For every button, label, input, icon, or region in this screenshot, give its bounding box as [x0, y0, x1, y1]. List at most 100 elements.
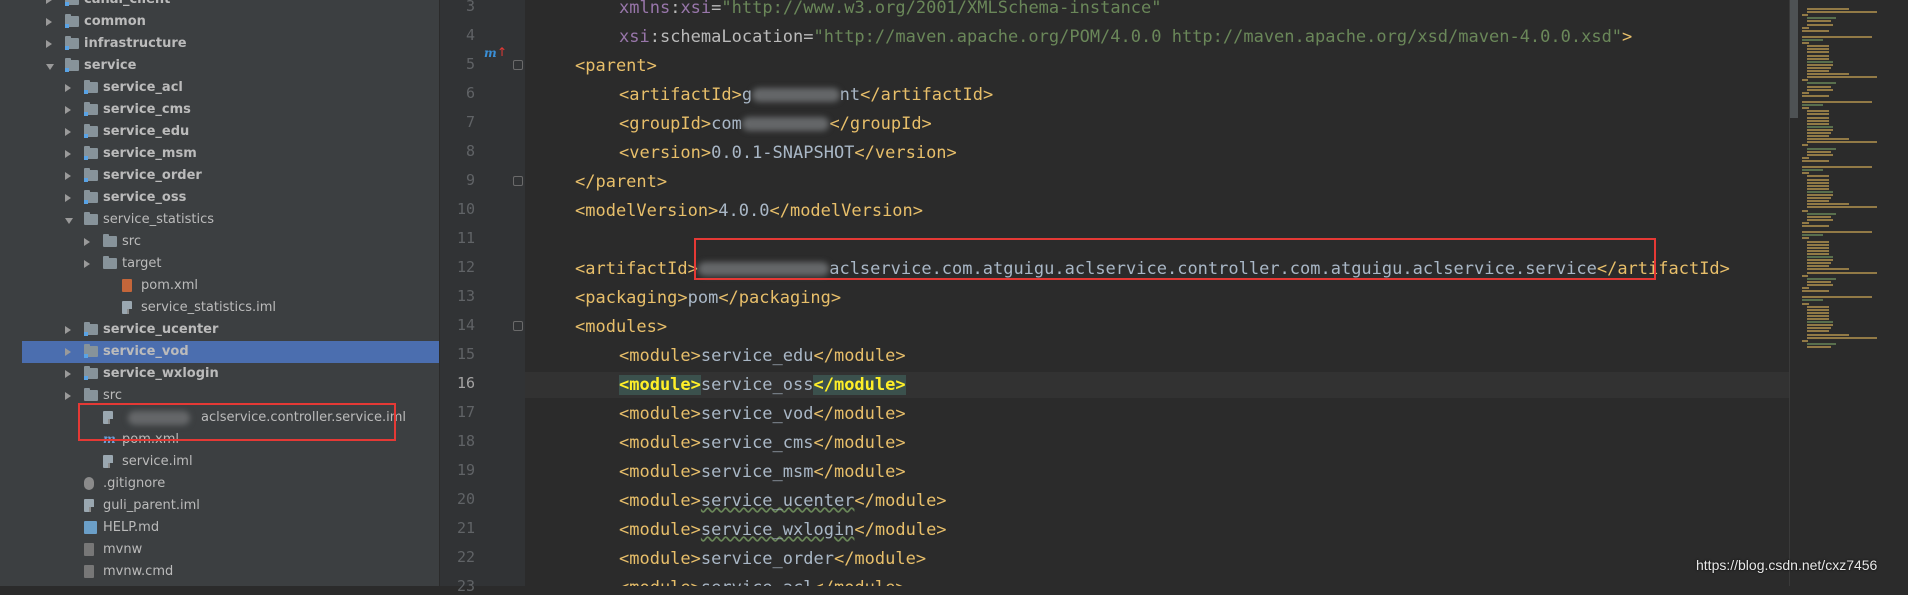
code-line[interactable]: <module>service_vod</module>	[525, 401, 1789, 427]
code-line[interactable]: <parent>	[525, 53, 1789, 79]
tree-item[interactable]: service_vod	[22, 341, 439, 363]
fold-marker-icon[interactable]	[513, 60, 523, 70]
code-line[interactable]: <module>service_wxlogin</module>	[525, 517, 1789, 543]
tree-item[interactable]: .gitignore	[22, 473, 439, 495]
code-line[interactable]: <module>service_ucenter</module>	[525, 488, 1789, 514]
tree-item[interactable]: service_cms	[22, 99, 439, 121]
tree-item[interactable]: common	[22, 11, 439, 33]
minimap-line	[1802, 104, 1823, 107]
chevron-right-icon[interactable]	[84, 238, 90, 246]
code-token: service_oss	[700, 375, 814, 395]
tree-item-label: service_order	[103, 168, 202, 183]
chevron-down-icon[interactable]	[65, 218, 73, 224]
code-token: xsi	[680, 0, 712, 18]
code-line[interactable]: xmlns:xsi="http://www.w3.org/2001/XMLSch…	[525, 0, 1789, 21]
module-folder-icon	[84, 80, 98, 94]
tree-item[interactable]: infrastructure	[22, 33, 439, 55]
fold-marker-icon[interactable]	[513, 321, 523, 331]
module-folder-icon	[65, 14, 79, 28]
code-line[interactable]: <modelVersion>4.0.0</modelVersion>	[525, 198, 1789, 224]
minimap-line	[1807, 125, 1833, 128]
tree-item[interactable]: mvnw	[22, 539, 439, 561]
minimap-line	[1807, 132, 1831, 134]
chevron-right-icon[interactable]	[65, 348, 71, 356]
minimap-line	[1807, 116, 1830, 119]
minimap-line	[1802, 159, 1830, 162]
tree-item[interactable]: src	[22, 231, 439, 253]
code-token: </module>	[813, 578, 905, 586]
tree-item[interactable]: service_acl	[22, 77, 439, 99]
chevron-right-icon[interactable]	[65, 128, 71, 136]
chevron-right-icon[interactable]	[65, 106, 71, 114]
tree-item[interactable]: service_statistics	[22, 209, 439, 231]
code-token: <module>	[619, 549, 701, 569]
minimap-line	[1807, 252, 1830, 255]
redacted-span	[741, 114, 830, 134]
code-line[interactable]: <module>service_cms</module>	[525, 430, 1789, 456]
chevron-right-icon[interactable]	[65, 84, 71, 92]
code-line[interactable]: </parent>	[525, 169, 1789, 195]
tree-item[interactable]: service_wxlogin	[22, 363, 439, 385]
chevron-right-icon[interactable]	[65, 172, 71, 180]
tree-item[interactable]: service_edu	[22, 121, 439, 143]
code-line[interactable]: <version>0.0.1-SNAPSHOT</version>	[525, 140, 1789, 166]
tree-item[interactable]: service_msm	[22, 143, 439, 165]
code-line[interactable]: <modules>	[525, 314, 1789, 340]
tree-item[interactable]: service_order	[22, 165, 439, 187]
vertical-scrollbar-thumb[interactable]	[1790, 0, 1798, 118]
chevron-right-icon[interactable]	[65, 392, 71, 400]
code-token: <artifactId>	[575, 259, 698, 279]
chevron-right-icon[interactable]	[46, 18, 52, 26]
tree-item[interactable]: HELP.md	[22, 517, 439, 539]
line-number: 18	[456, 432, 475, 450]
chevron-right-icon[interactable]	[46, 40, 52, 48]
maven-override-icon[interactable]: m	[484, 46, 497, 60]
minimap-line	[1802, 237, 1810, 240]
minimap-line	[1807, 330, 1830, 333]
chevron-right-icon[interactable]	[65, 370, 71, 378]
minimap-line	[1807, 73, 1850, 76]
minimap-line	[1802, 79, 1809, 82]
tree-item[interactable]: service_ucenter	[22, 319, 439, 341]
tree-item[interactable]: mvnw.cmd	[22, 561, 439, 583]
project-tree-panel[interactable]: canal_clientcommon infrastructure service s…	[22, 0, 440, 586]
code-editor[interactable]: xmlns:xsi="http://www.w3.org/2001/XMLSch…	[525, 0, 1789, 586]
editor-minimap[interactable]	[1789, 0, 1908, 586]
chevron-down-icon[interactable]	[46, 64, 54, 70]
tree-item[interactable]: service_statistics.iml	[22, 297, 439, 319]
code-line[interactable]: xsi:schemaLocation="http://maven.apache.…	[525, 24, 1789, 50]
minimap-line	[1807, 206, 1877, 209]
chevron-right-icon[interactable]	[84, 260, 90, 268]
minimap-line	[1807, 178, 1830, 181]
code-line[interactable]: <groupId>com </groupId>	[525, 111, 1789, 137]
tree-item[interactable]: service	[22, 55, 439, 77]
tree-item[interactable]: guli_parent.iml	[22, 495, 439, 517]
code-line[interactable]: <artifactId>g nt</artifactId>	[525, 82, 1789, 108]
minimap-line	[1807, 240, 1830, 243]
code-token: <module>	[619, 578, 701, 586]
code-line[interactable]: <module>service_msm</module>	[525, 459, 1789, 485]
code-line[interactable]: <module>service_oss</module>	[525, 372, 1789, 398]
code-token: 4.0.0	[718, 201, 770, 221]
code-token: <module>	[619, 346, 701, 366]
code-line[interactable]: <module>service_acl</module>	[525, 575, 1789, 586]
tree-item[interactable]: pom.xml	[22, 275, 439, 297]
code-line[interactable]: <module>service_order</module>	[525, 546, 1789, 572]
minimap-line	[1807, 187, 1830, 190]
tree-item[interactable]: service.iml	[22, 451, 439, 473]
tree-item[interactable]: service_oss	[22, 187, 439, 209]
chevron-right-icon[interactable]	[65, 194, 71, 202]
chevron-right-icon[interactable]	[65, 326, 71, 334]
code-line[interactable]: <packaging>pom</packaging>	[525, 285, 1789, 311]
chevron-right-icon[interactable]	[46, 0, 52, 4]
fold-marker-icon[interactable]	[513, 176, 523, 186]
module-folder-icon	[84, 146, 98, 160]
code-line[interactable]: <module>service_edu</module>	[525, 343, 1789, 369]
minimap-line	[1807, 57, 1830, 60]
tree-item[interactable]: target	[22, 253, 439, 275]
minimap-line	[1802, 225, 1830, 227]
chevron-right-icon[interactable]	[65, 150, 71, 158]
minimap-line	[1807, 184, 1830, 187]
tree-item[interactable]: canal_client	[22, 0, 439, 11]
git-file-icon	[84, 477, 94, 490]
